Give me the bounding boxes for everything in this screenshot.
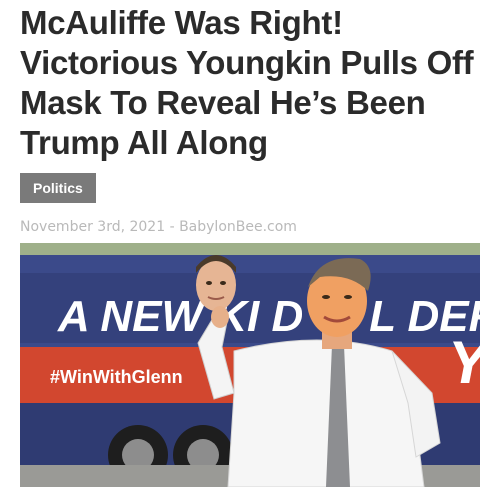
bus-hashtag: #WinWithGlenn: [50, 367, 183, 387]
hero-image: A NEW KI D of L DER #WinWithGlenn Y: [20, 243, 480, 487]
hero-illustration: A NEW KI D of L DER #WinWithGlenn Y: [20, 243, 480, 487]
article-headline: McAuliffe Was Right! Victorious Youngkin…: [20, 4, 474, 161]
article-date: November 3rd, 2021: [20, 219, 166, 235]
trees: [20, 243, 480, 257]
bus-letter-y: Y: [448, 329, 480, 396]
article: McAuliffe Was Right! Victorious Youngkin…: [20, 0, 490, 235]
article-source: BabylonBee.com: [179, 219, 297, 235]
category-tag-politics[interactable]: Politics: [20, 173, 96, 203]
mask-held: [196, 255, 236, 311]
article-meta: November 3rd, 2021 - BabylonBee.com: [20, 219, 490, 235]
meta-separator: -: [165, 219, 180, 235]
bus-slogan: A NEW KI D of L DER: [57, 292, 480, 341]
